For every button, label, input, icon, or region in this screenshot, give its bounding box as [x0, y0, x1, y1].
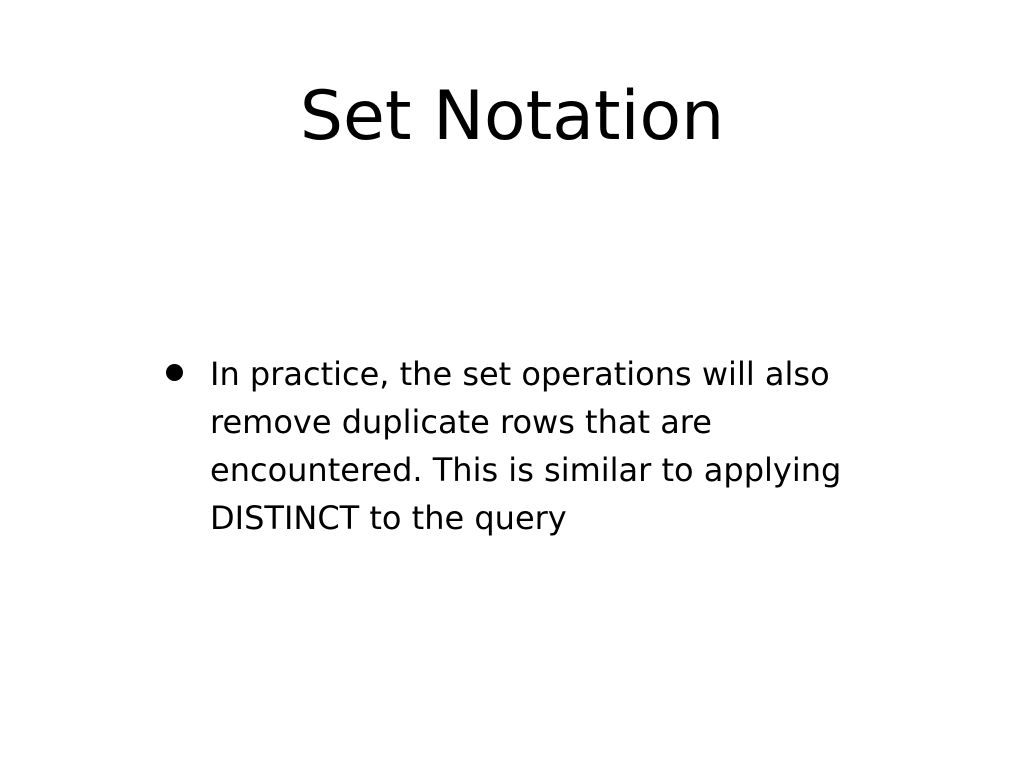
- bullet-text-line-4: DISTINCT to the query: [210, 499, 567, 537]
- bullet-list: In practice, the set operations will als…: [162, 350, 882, 542]
- slide: Set Notation In practice, the set operat…: [0, 0, 1024, 768]
- bullet-text-line-2: remove duplicate rows that are: [210, 403, 712, 441]
- bullet-text-line-1: In practice, the set operations will als…: [210, 355, 830, 393]
- bullet-dot-icon: [166, 364, 183, 381]
- bullet-text-line-3: encountered. This is similar to applying: [210, 451, 842, 489]
- bullet-item: In practice, the set operations will als…: [162, 350, 882, 542]
- slide-title: Set Notation: [299, 77, 725, 156]
